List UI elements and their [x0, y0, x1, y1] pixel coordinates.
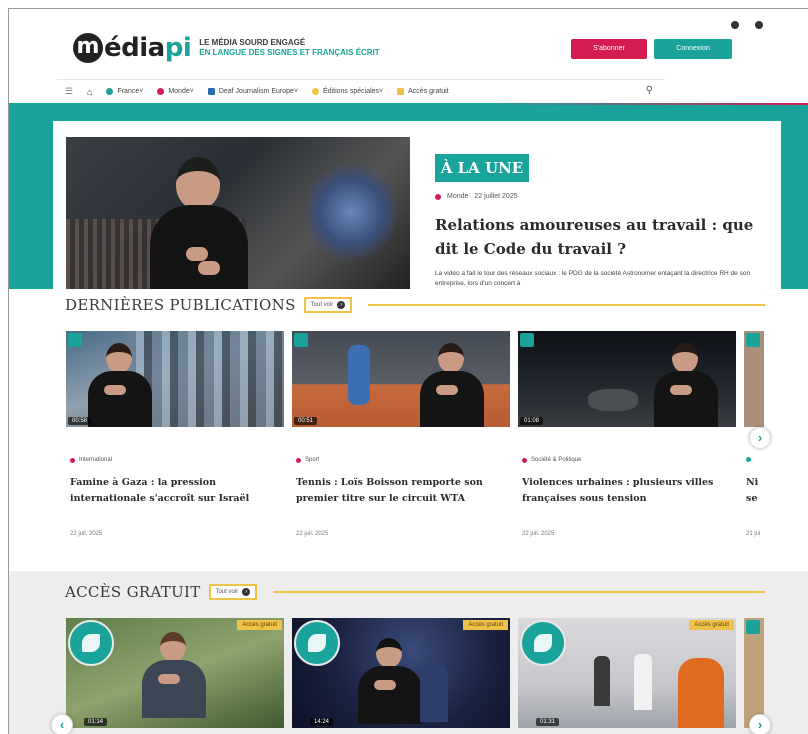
hero-card[interactable]: À LA UNE Monde 22 juillet 2025 Relations… — [53, 121, 781, 289]
signer-image — [650, 343, 722, 427]
card-title[interactable]: Tennis : Loïs Boisson remporte son premi… — [296, 475, 502, 507]
video-thumbnail[interactable]: 00:58 — [66, 331, 284, 427]
category-chip-icon — [746, 333, 760, 347]
mediapi-logo-icon — [294, 620, 340, 666]
category-chip-icon — [746, 620, 760, 634]
carousel-next-button[interactable]: › — [749, 714, 771, 734]
video-duration: 01:14 — [84, 718, 108, 726]
hero-meta: Monde 22 juillet 2025 — [435, 193, 518, 200]
signer-image — [416, 343, 488, 427]
nav-dot-icon — [207, 88, 215, 95]
video-thumbnail[interactable]: Accès gratuit 01:31 — [518, 618, 736, 728]
arrow-right-icon: › — [242, 588, 251, 596]
free-badge: Accès gratuit — [237, 620, 282, 630]
card-category[interactable] — [746, 457, 755, 462]
hero-date: 22 juillet 2025 — [474, 193, 518, 200]
free-card-peek[interactable] — [744, 618, 764, 728]
free-section-header: ACCÈS GRATUIT Tout voir › — [65, 583, 765, 601]
subscribe-button[interactable]: S'abonner — [571, 39, 647, 59]
tagline: Le média sourd engagé En langue des sign… — [199, 38, 380, 57]
menu-icon[interactable]: ☰ — [65, 86, 75, 97]
signer-image — [144, 157, 254, 289]
card-title[interactable]: Ni se — [746, 475, 760, 507]
card-category[interactable]: Sport — [296, 457, 319, 463]
mediapi-logo-icon — [520, 620, 566, 666]
search-icon[interactable]: ⚲ — [646, 85, 653, 96]
nav-item-monde[interactable]: Monde ˅ — [157, 88, 194, 95]
settings-icon[interactable] — [755, 21, 763, 29]
hero-title[interactable]: Relations amoureuses au travail : que di… — [435, 213, 765, 261]
free-badge: Accès gratuit — [463, 620, 508, 630]
video-thumbnail[interactable]: Accès gratuit 14:24 — [292, 618, 510, 728]
nav-item-editions[interactable]: Éditions spéciales ˅ — [312, 88, 383, 95]
nav-dot-icon — [106, 88, 114, 95]
card-category[interactable]: Société & Politique — [522, 457, 581, 463]
hero-video-thumbnail[interactable] — [66, 137, 410, 289]
carousel-prev-button[interactable]: ‹ — [51, 714, 73, 734]
nav-item-france[interactable]: France ˅ — [106, 88, 143, 95]
card-category[interactable]: International — [70, 457, 112, 463]
headline-badge: À LA UNE — [435, 154, 529, 182]
signer-image — [138, 632, 210, 728]
see-all-button[interactable]: Tout voir › — [208, 584, 258, 600]
arrow-right-icon: › — [337, 301, 346, 309]
user-icon[interactable] — [731, 21, 739, 29]
site-header: m édiapi Le média sourd engagé En langue… — [9, 9, 808, 79]
video-duration: 00:51 — [294, 417, 318, 425]
card-date: 22 juil. 2025 — [70, 531, 103, 537]
video-thumbnail[interactable]: Accès gratuit 01:14 — [66, 618, 284, 728]
card-date: 22 juil. 2025 — [296, 531, 329, 537]
nav-dot-icon — [397, 88, 405, 95]
card-date: 22 juil. 2025 — [522, 531, 555, 537]
card-title[interactable]: Famine à Gaza : la pression internationa… — [70, 475, 276, 507]
login-button[interactable]: Connexion — [654, 39, 732, 59]
see-all-button[interactable]: Tout voir › — [303, 297, 353, 313]
home-icon[interactable]: ⌂ — [87, 87, 92, 97]
section-divider — [368, 304, 765, 306]
page: m édiapi Le média sourd engagé En langue… — [8, 8, 808, 734]
nav-item-deaf-journalism[interactable]: Deaf Journalism Europe ˅ — [207, 88, 298, 95]
card-date: 21 jui — [746, 531, 761, 537]
logo-wordmark: édiapi — [104, 33, 192, 63]
free-badge: Accès gratuit — [689, 620, 734, 630]
video-duration: 14:24 — [310, 718, 334, 726]
logo-mark: m — [73, 33, 103, 63]
signer-image — [354, 638, 426, 728]
category-chip-icon — [520, 333, 534, 347]
nav-dot-icon — [157, 88, 165, 95]
latest-section-header: DERNIÈRES PUBLICATIONS Tout voir › — [65, 296, 765, 314]
nav-dot-icon — [312, 88, 320, 95]
section-title: ACCÈS GRATUIT — [65, 583, 201, 601]
hero-category[interactable]: Monde — [447, 193, 468, 200]
signer-image — [84, 343, 156, 427]
hero-excerpt: La vidéo a fait le tour des réseaux soci… — [435, 270, 751, 287]
section-title: DERNIÈRES PUBLICATIONS — [65, 296, 296, 314]
video-duration: 01:31 — [536, 718, 560, 726]
video-duration: 01:08 — [520, 417, 544, 425]
carousel-next-button[interactable]: › — [749, 427, 771, 449]
mediapi-logo-icon — [68, 620, 114, 666]
category-chip-icon — [294, 333, 308, 347]
top-icons — [731, 21, 763, 29]
category-dot-icon — [435, 193, 441, 200]
section-divider — [273, 591, 765, 593]
site-logo[interactable]: m édiapi Le média sourd engagé En langue… — [73, 33, 380, 63]
video-thumbnail[interactable]: 00:51 — [292, 331, 510, 427]
video-thumbnail[interactable]: 01:08 — [518, 331, 736, 427]
card-title[interactable]: Violences urbaines : plusieurs villes fr… — [522, 475, 728, 507]
category-chip-icon — [68, 333, 82, 347]
video-duration: 00:58 — [68, 417, 92, 425]
main-nav: ☰ ⌂ France ˅ Monde ˅ Deaf Journalism Eur… — [57, 79, 665, 103]
nav-item-free-access[interactable]: Accès gratuit — [397, 88, 449, 95]
